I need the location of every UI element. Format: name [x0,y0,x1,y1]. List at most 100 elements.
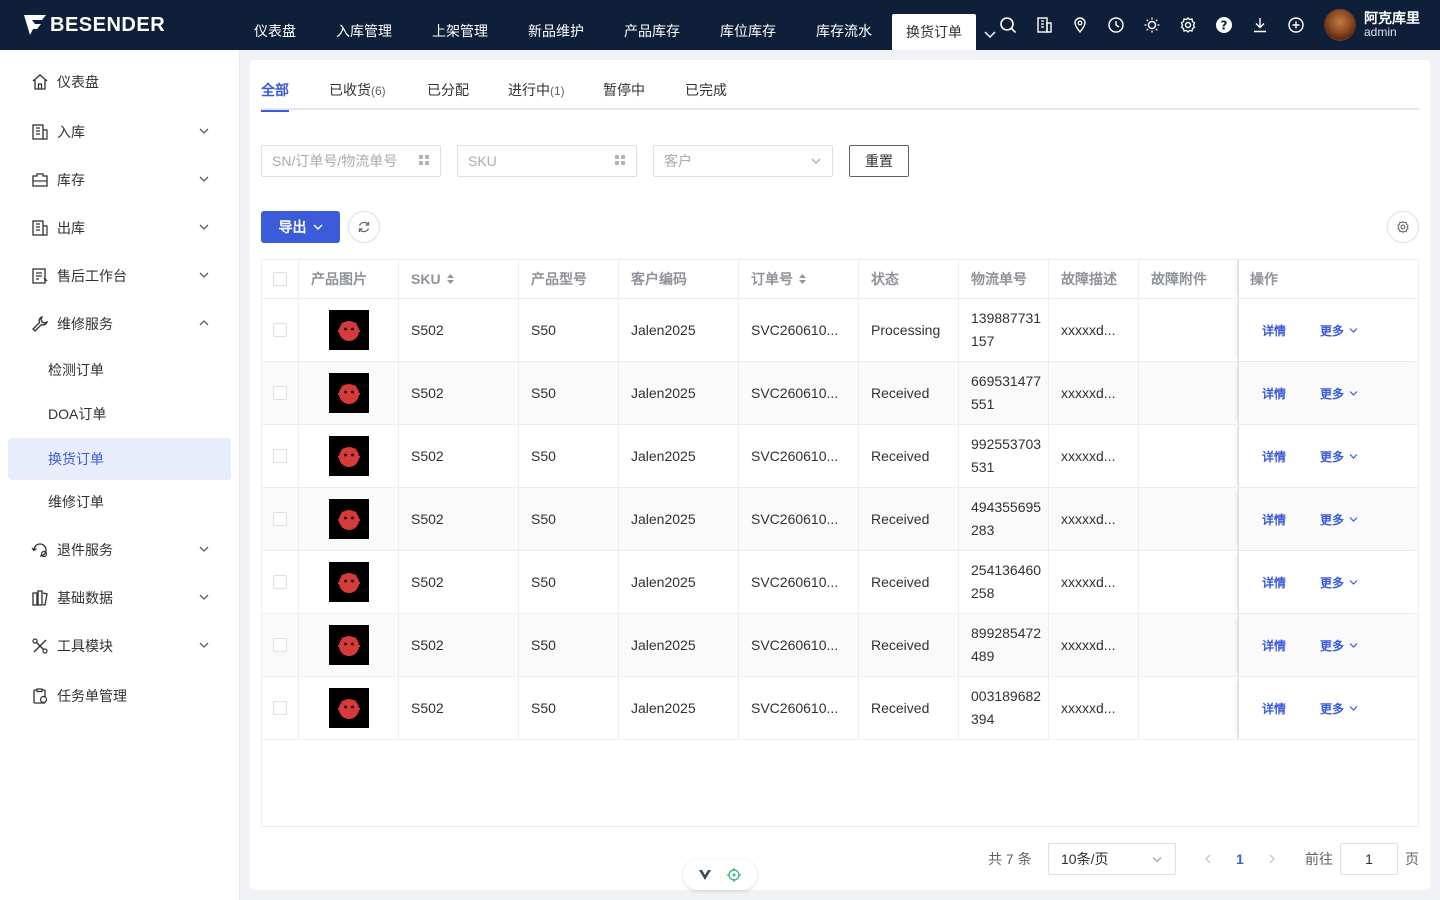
topnav-inventory-flow[interactable]: 库存流水 [796,0,892,50]
detail-link[interactable]: 详情 [1262,511,1286,528]
topnav-exchange-order[interactable]: 换货订单 [892,14,976,50]
building-icon[interactable] [1026,0,1062,50]
table-row[interactable]: S502 S50 Jalen2025 SVC260610... Received 2541… [262,551,1418,614]
product-image[interactable] [328,562,369,602]
row-checkbox[interactable] [273,701,287,715]
row-checkbox[interactable] [273,638,287,652]
product-image[interactable] [328,625,369,665]
page-size-select[interactable]: 10条/页 [1048,843,1176,875]
tab-all[interactable]: 全部 [261,80,289,112]
sidebar-sub-repair-order[interactable]: 维修订单 [8,481,231,523]
product-image[interactable] [328,499,369,539]
tab-in-progress[interactable]: 进行中(1) [508,80,565,110]
table-row[interactable]: S502 S50 Jalen2025 SVC260610... Received 0031… [262,677,1418,740]
brand-logo[interactable]: BESENDER [22,12,165,38]
sidebar-item-outbound[interactable]: 出库 [0,204,240,252]
detail-link[interactable]: 详情 [1262,700,1286,717]
help-icon[interactable]: ? [1206,0,1242,50]
more-dropdown[interactable]: 更多 [1320,385,1358,402]
sidebar-item-repair-service[interactable]: 维修服务 [0,300,240,348]
product-image[interactable] [328,310,369,350]
sidebar-item-inventory[interactable]: 库存 [0,156,240,204]
topnav-product-inventory[interactable]: 产品库存 [604,0,700,50]
sidebar-item-inbound[interactable]: 入库 [0,108,240,156]
row-checkbox[interactable] [273,449,287,463]
product-image[interactable] [328,373,369,413]
vue-devtools-icon[interactable] [698,869,712,881]
more-dropdown[interactable]: 更多 [1320,322,1358,339]
inventory-icon [30,170,50,190]
table-row[interactable]: S502 S50 Jalen2025 SVC260610... Received 6695… [262,362,1418,425]
topnav-location-inventory[interactable]: 库位库存 [700,0,796,50]
detail-link[interactable]: 详情 [1262,574,1286,591]
total-count: 共 7 条 [988,851,1032,867]
row-checkbox[interactable] [273,323,287,337]
table-row[interactable]: S502 S50 Jalen2025 SVC260610... Received 4943… [262,488,1418,551]
cell-customer-code: Jalen2025 [619,551,739,613]
prev-page-button[interactable] [1203,843,1213,875]
location-pin-icon[interactable] [1062,0,1098,50]
reset-button[interactable]: 重置 [849,145,909,177]
sidebar-sub-doa-order[interactable]: DOA订单 [8,393,231,435]
sidebar-sub-exchange-order[interactable]: 换货订单 [8,438,231,480]
sort-icon[interactable] [798,273,807,285]
select-all-checkbox[interactable] [273,272,287,286]
table-row[interactable]: S502 S50 Jalen2025 SVC260610... Received 9925… [262,425,1418,488]
table-row[interactable]: S502 S50 Jalen2025 SVC260610... Received 8992… [262,614,1418,677]
table-row[interactable]: S502 S50 Jalen2025 SVC260610... Processing 13… [262,299,1418,362]
next-page-button[interactable] [1267,843,1277,875]
topnav-new-product[interactable]: 新品维护 [508,0,604,50]
clock-icon[interactable] [1098,0,1134,50]
product-image[interactable] [328,436,369,476]
user-menu[interactable]: 阿克库里 admin [1324,9,1420,41]
sku-search-input[interactable]: SKU [457,145,637,177]
row-checkbox[interactable] [273,512,287,526]
avatar[interactable] [1324,9,1356,41]
tab-received[interactable]: 已收货(6) [329,80,386,110]
sidebar-item-return-service[interactable]: 退件服务 [0,526,240,574]
gear-icon[interactable] [1170,0,1206,50]
sun-icon[interactable] [1134,0,1170,50]
row-checkbox[interactable] [273,575,287,589]
sidebar-item-aftersales[interactable]: 售后工作台 [0,252,240,300]
more-dropdown[interactable]: 更多 [1320,637,1358,654]
row-checkbox[interactable] [273,386,287,400]
page-number-current[interactable]: 1 [1236,843,1244,875]
detail-link[interactable]: 详情 [1262,448,1286,465]
download-icon[interactable] [1242,0,1278,50]
topnav-dashboard[interactable]: 仪表盘 [234,0,316,50]
header-order-no[interactable]: 订单号 [739,260,859,298]
detail-link[interactable]: 详情 [1262,322,1286,339]
tab-assigned[interactable]: 已分配 [427,80,469,110]
more-dropdown[interactable]: 更多 [1320,511,1358,528]
more-dropdown[interactable]: 更多 [1320,574,1358,591]
sidebar-item-dashboard[interactable]: 仪表盘 [0,58,240,106]
top-nav: 仪表盘 入库管理 上架管理 新品维护 产品库存 库位库存 库存流水 换货订单 [234,0,1004,50]
column-settings-button[interactable] [1387,211,1419,243]
add-circle-icon[interactable] [1278,0,1314,50]
product-image[interactable] [328,688,369,728]
sidebar-item-basic-data[interactable]: 基础数据 [0,574,240,622]
export-button[interactable]: 导出 [261,211,340,243]
sort-icon[interactable] [446,273,455,285]
detail-link[interactable]: 详情 [1262,385,1286,402]
more-dropdown[interactable]: 更多 [1320,700,1358,717]
header-sku[interactable]: SKU [399,260,519,298]
refresh-button[interactable] [348,211,380,243]
tab-paused[interactable]: 暂停中 [603,80,645,110]
more-dropdown[interactable]: 更多 [1320,448,1358,465]
topnav-shelving[interactable]: 上架管理 [412,0,508,50]
detail-link[interactable]: 详情 [1262,637,1286,654]
sn-search-input[interactable]: SN/订单号/物流单号 [261,145,441,177]
topnav-inbound[interactable]: 入库管理 [316,0,412,50]
customer-select[interactable]: 客户 [653,145,833,177]
sidebar-item-task-management[interactable]: 任务单管理 [0,672,240,720]
sidebar-sub-inspection-order[interactable]: 检测订单 [8,349,231,391]
tab-completed[interactable]: 已完成 [685,80,727,110]
goto-page-input[interactable] [1340,843,1398,875]
product-thumbnail-icon [337,636,360,656]
target-icon[interactable] [726,867,742,883]
sidebar-item-tools[interactable]: 工具模块 [0,622,240,670]
goto-label: 前往 [1305,851,1333,867]
search-icon[interactable] [990,0,1026,50]
